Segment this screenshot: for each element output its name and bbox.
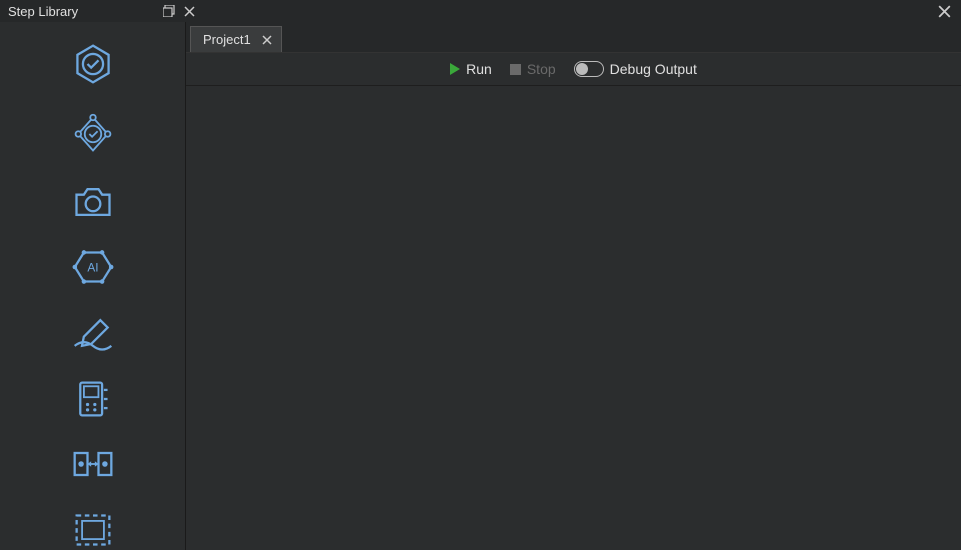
- tab-bar: Project1: [186, 22, 961, 52]
- svg-text:AI: AI: [87, 261, 98, 275]
- debug-label: Debug Output: [610, 61, 697, 77]
- sidebar-controls: [162, 4, 196, 18]
- dashed-rect-icon[interactable]: [69, 510, 117, 550]
- pen-wave-icon[interactable]: [69, 313, 117, 352]
- run-button[interactable]: Run: [450, 61, 492, 77]
- tab-project1[interactable]: Project1: [190, 26, 282, 52]
- top-right: [200, 4, 961, 18]
- content-area: Project1 Run Stop Debug Output: [186, 22, 961, 550]
- tab-label: Project1: [203, 32, 251, 47]
- editor-canvas[interactable]: [186, 86, 961, 550]
- step-library-sidebar: AI: [0, 22, 186, 550]
- align-horizontal-icon[interactable]: [69, 445, 117, 484]
- undock-icon[interactable]: [162, 4, 176, 18]
- stop-label: Stop: [527, 61, 556, 77]
- stop-button[interactable]: Stop: [510, 61, 556, 77]
- sidebar-title: Step Library: [8, 4, 78, 19]
- toggle-switch-icon: [574, 61, 604, 77]
- diamond-check-icon[interactable]: [69, 112, 117, 156]
- run-label: Run: [466, 61, 492, 77]
- toolbar: Run Stop Debug Output: [186, 52, 961, 86]
- main-close-icon[interactable]: [937, 4, 951, 18]
- top-strip: Step Library: [0, 0, 961, 22]
- ai-hexagon-icon[interactable]: AI: [69, 247, 117, 287]
- tab-close-icon[interactable]: [261, 34, 273, 46]
- main: AI: [0, 22, 961, 550]
- debug-output-toggle[interactable]: Debug Output: [574, 61, 697, 77]
- close-icon[interactable]: [182, 4, 196, 18]
- device-icon[interactable]: [69, 379, 117, 419]
- camera-icon[interactable]: [69, 182, 117, 221]
- play-icon: [450, 63, 460, 75]
- stop-icon: [510, 64, 521, 75]
- sidebar-header: Step Library: [0, 0, 200, 22]
- hexagon-check-icon[interactable]: [69, 42, 117, 86]
